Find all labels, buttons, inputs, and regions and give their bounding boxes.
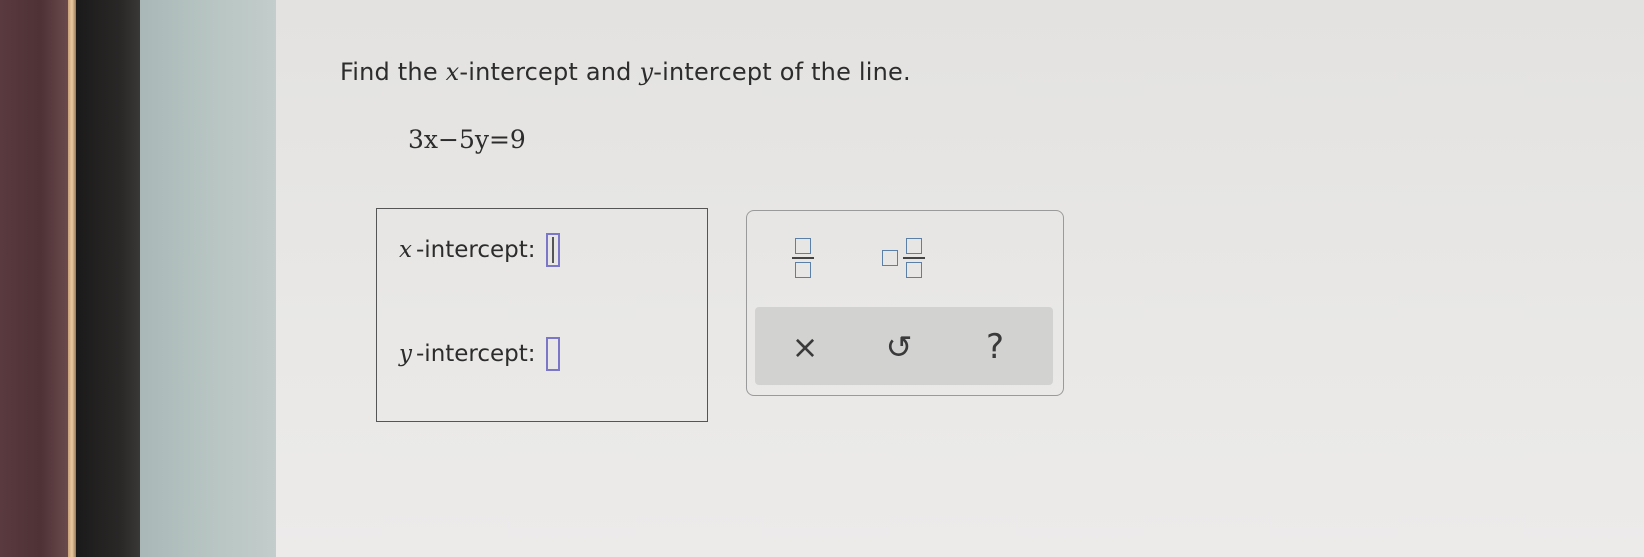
- monitor-bezel-edge: [68, 0, 76, 557]
- y-intercept-input[interactable]: [545, 337, 560, 371]
- x-intercept-label: -intercept:: [415, 237, 536, 263]
- y-intercept-var: y: [399, 341, 412, 367]
- x-intercept-var: x: [399, 237, 412, 263]
- fraction-button[interactable]: [783, 231, 823, 285]
- mixed-number-icon: [881, 238, 925, 278]
- x-intercept-input[interactable]: [545, 233, 560, 267]
- answer-box: x -intercept: y -intercept:: [376, 208, 708, 422]
- close-icon: ×: [791, 328, 819, 366]
- fraction-icon: [792, 238, 814, 278]
- undo-button[interactable]: ↺: [869, 325, 929, 369]
- action-bar: × ↺ ?: [755, 307, 1053, 385]
- y-intercept-row: y -intercept:: [399, 337, 560, 371]
- question-text: Find the x-intercept and y-intercept of …: [340, 58, 911, 86]
- side-panel-strip: [140, 0, 276, 557]
- clear-button[interactable]: ×: [775, 325, 835, 369]
- monitor-bezel-left: [0, 0, 68, 557]
- y-intercept-label: -intercept:: [416, 341, 536, 367]
- help-button[interactable]: ?: [965, 325, 1025, 369]
- undo-icon: ↺: [885, 328, 913, 366]
- math-tools-panel: × ↺ ?: [746, 210, 1064, 396]
- mixed-number-button[interactable]: [875, 231, 931, 285]
- x-intercept-row: x -intercept:: [399, 233, 560, 267]
- monitor-frame: [76, 0, 140, 557]
- equation: 3x−5y=9: [408, 125, 526, 154]
- help-icon: ?: [985, 327, 1005, 367]
